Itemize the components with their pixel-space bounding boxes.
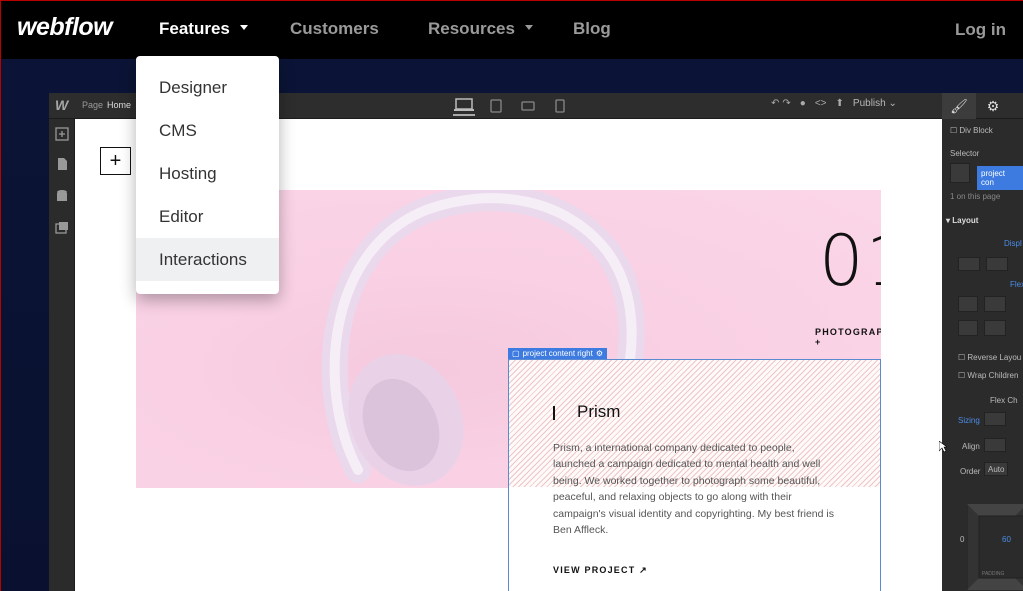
flex-label: Flex [1010,280,1023,289]
top-nav: webflow Features Customers Resources Blo… [1,1,1023,59]
device-switcher [453,96,571,116]
comments-icon[interactable]: ● [800,98,806,109]
style-panel: ☐ Div Block Selector project con 1 on th… [942,119,1023,591]
reverse-option[interactable]: ☐ Reverse Layou [958,353,1021,362]
nav-features[interactable]: Features [159,19,248,39]
padding-label: PADDING [982,571,1005,577]
box-model-diagram[interactable] [967,504,1023,590]
project-title: Prism [577,402,621,421]
margin-left-value[interactable]: 0 [960,535,964,544]
code-icon[interactable]: <> [815,98,827,109]
settings-icon: ⚙ [595,349,603,358]
flex-child-label: Flex Ch [990,396,1018,405]
display-label: Displ [1004,239,1022,248]
tablet-icon[interactable] [485,96,507,116]
element-name: ☐ Div Block [950,126,993,135]
order-auto-button[interactable]: Auto [984,462,1008,476]
display-inline-button[interactable] [986,257,1008,271]
project-description: Prism, a international company dedicated… [553,442,834,537]
nav-blog[interactable]: Blog [573,19,611,39]
plus-icon[interactable]: + [100,147,131,175]
publish-icon: ⬆ [835,98,844,109]
title-accent-bar [553,406,555,420]
page-name: Home [107,100,132,110]
selector-state-icon[interactable] [950,163,970,183]
nav-resources-label: Resources [428,19,515,38]
designer-logo[interactable]: W [55,97,68,113]
nav-resources[interactable]: Resources [428,19,533,39]
selector-chip[interactable]: project con [977,166,1023,190]
sizing-button[interactable] [984,412,1006,426]
layout-header[interactable]: ▾ Layout [946,216,978,225]
selector-label: Selector [950,149,980,158]
left-toolbar [49,119,75,591]
cms-icon[interactable] [55,189,69,203]
page-selector[interactable]: Page Home [82,100,131,110]
checkbox-icon: ☐ [950,126,958,135]
panel-tabs: 🖌 ⚙ [942,93,1023,119]
menu-item-cms[interactable]: CMS [136,109,279,152]
layout-label: Layout [952,216,979,225]
selection-badge[interactable]: ▢ project content right ⚙ [508,348,607,359]
order-label: Order [960,467,981,476]
padding-value[interactable]: 60 [1002,535,1011,544]
features-dropdown: Designer CMS Hosting Editor Interactions [136,56,279,294]
category-label[interactable]: PHOTOGRAPHY + [815,327,881,347]
display-block-button[interactable] [958,257,980,271]
direction-button[interactable] [958,296,978,312]
pages-icon[interactable] [55,157,69,171]
selection-label: project content right [522,349,593,358]
style-brush-icon[interactable]: 🖌 [942,93,976,119]
desktop-icon[interactable] [453,96,475,116]
align-self-button[interactable] [984,438,1006,452]
top-tools: ↶ ↷ ● <> ⬆ Publish ⌄ [771,98,897,109]
reverse-label: Reverse Layou [967,353,1022,362]
sizing-label: Sizing [958,416,980,425]
page-label: Page [82,100,104,110]
mobile-portrait-icon[interactable] [549,96,571,116]
publish-label: Publish [852,98,886,109]
menu-item-designer[interactable]: Designer [136,66,279,109]
webflow-logo[interactable]: webflow [17,13,113,42]
wrap-option[interactable]: ☐ Wrap Children [958,371,1018,380]
undo-icon[interactable]: ↶ [771,98,779,109]
mobile-landscape-icon[interactable] [517,96,539,116]
menu-item-hosting[interactable]: Hosting [136,152,279,195]
checkbox-icon: ▢ [512,349,520,358]
wrap-label: Wrap Children [967,371,1019,380]
justify-button[interactable] [958,320,978,336]
menu-item-interactions[interactable]: Interactions [136,238,279,281]
chevron-down-icon [239,25,248,31]
on-page-count: 1 on this page [950,192,1001,201]
nav-customers-label: Customers [290,19,379,38]
project-content-right[interactable]: Prism Prism, a international company ded… [508,359,881,591]
view-project-link[interactable]: VIEW PROJECT ↗ [553,565,648,576]
add-panel-icon[interactable] [55,127,69,141]
login-link[interactable]: Log in [955,20,1006,40]
publish-button[interactable]: Publish ⌄ [853,98,897,109]
nav-blog-label: Blog [573,19,611,38]
nav-features-label: Features [159,19,230,38]
project-number: 01 [819,220,881,302]
align-end-button[interactable] [984,320,1006,336]
element-label: Div Block [959,126,993,135]
chevron-down-icon [524,25,533,31]
settings-gear-icon[interactable]: ⚙ [976,93,1010,119]
align-label: Align [962,442,980,451]
redo-icon[interactable]: ↷ [782,98,790,109]
align-button[interactable] [984,296,1006,312]
menu-item-editor[interactable]: Editor [136,195,279,238]
nav-customers[interactable]: Customers [290,19,379,39]
cursor-icon [939,441,947,453]
assets-icon[interactable] [55,221,69,235]
